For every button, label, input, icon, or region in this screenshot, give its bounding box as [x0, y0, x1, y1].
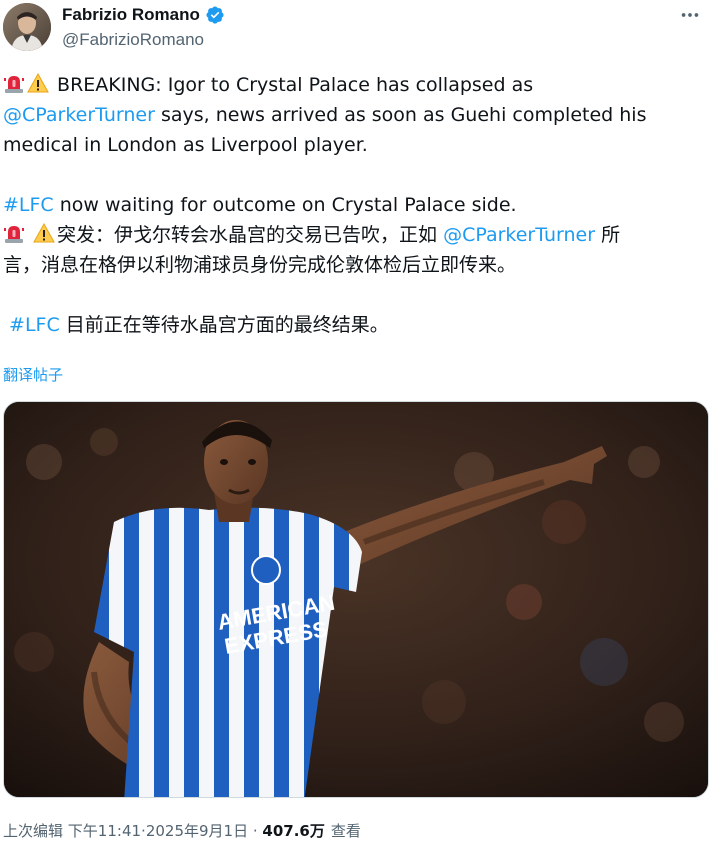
rotating-light-icon — [3, 222, 25, 244]
tweet-line-4-text: now waiting for outcome on Crystal Palac… — [53, 194, 517, 216]
avatar-image — [3, 3, 51, 51]
tweet-text: BREAKING: Igor to Crystal Palace has col… — [3, 70, 703, 340]
tweet-line-3: medical in London as Liverpool player. — [3, 134, 368, 156]
tweet-line-4: #LFC now waiting for outcome on Crystal … — [3, 190, 703, 220]
tweet-line-1: BREAKING: Igor to Crystal Palace has col… — [3, 70, 703, 100]
edited-label[interactable]: 上次编辑 — [3, 820, 63, 841]
tweet-cn-line-3-text: 目前正在等待水晶宫方面的最终结果。 — [59, 314, 389, 336]
tweet-time[interactable]: 下午11:41 — [68, 820, 141, 841]
translate-post-link[interactable]: 翻译帖子 — [3, 364, 63, 385]
tweet-line-2-text: says, news arrived as soon as Guehi comp… — [154, 104, 647, 126]
views-label: 查看 — [330, 822, 361, 840]
mention-link[interactable]: @CParkerTurner — [3, 104, 155, 126]
author-name-row: Fabrizio Romano — [62, 4, 225, 26]
author-display-name[interactable]: Fabrizio Romano — [62, 5, 200, 25]
tweet-card: Fabrizio Romano @FabrizioRomano BREAKING… — [0, 0, 711, 847]
rotating-light-icon — [3, 72, 25, 94]
separator-dot: · — [252, 822, 258, 840]
more-horizontal-icon[interactable] — [677, 4, 703, 26]
hashtag-link-cn[interactable]: #LFC — [9, 314, 60, 336]
tweet-date[interactable]: 2025年9月1日 — [146, 820, 248, 841]
mention-link-cn[interactable]: @CParkerTurner — [443, 224, 595, 246]
tweet-cn-line-2: 言，消息在格伊以利物浦球员身份完成伦敦体检后立即传来。 — [3, 254, 517, 276]
author-handle[interactable]: @FabrizioRomano — [62, 30, 204, 50]
warning-icon — [27, 72, 49, 94]
hashtag-link[interactable]: #LFC — [3, 194, 54, 216]
tweet-cn-line-1-prefix: 突发：伊戈尔转会水晶宫的交易已告吹，正如 — [57, 224, 444, 246]
avatar[interactable] — [3, 3, 51, 51]
verified-badge-icon[interactable] — [205, 5, 225, 25]
warning-icon — [33, 222, 55, 244]
tweet-cn-line-1: 突发：伊戈尔转会水晶宫的交易已告吹，正如 @CParkerTurner 所 — [3, 220, 703, 250]
media-image[interactable]: AMERICAN EXPRESS — [3, 401, 709, 798]
tweet-footer: 上次编辑 下午11:41 · 2025年9月1日 · 407.6万 查看 — [3, 820, 361, 841]
tweet-cn-line-1-suffix: 所 — [595, 224, 621, 246]
tweet-line-2: @CParkerTurner says, news arrived as soo… — [3, 100, 703, 130]
views-count: 407.6万 — [262, 822, 325, 840]
tweet-line-1-text: BREAKING: Igor to Crystal Palace has col… — [57, 74, 534, 96]
tweet-cn-line-3: #LFC 目前正在等待水晶宫方面的最终结果。 — [3, 310, 703, 340]
player-photo: AMERICAN EXPRESS — [4, 402, 708, 797]
